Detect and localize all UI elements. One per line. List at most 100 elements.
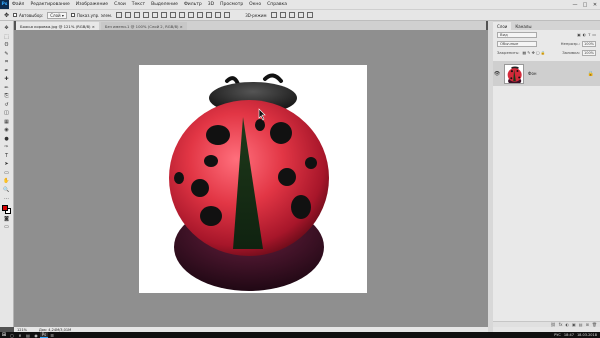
dodge-icon[interactable]: ● — [2, 135, 11, 143]
distribute-left-icon[interactable] — [197, 12, 204, 18]
brush-icon[interactable]: ✏ — [2, 84, 11, 92]
type-icon[interactable]: T — [2, 152, 11, 160]
menu-filter[interactable]: Фильтр — [184, 2, 202, 7]
app-taskbar-icon[interactable]: ☰ — [48, 332, 56, 338]
menu-view[interactable]: Просмотр — [220, 2, 243, 7]
move-tool-icon[interactable]: ✥ — [4, 12, 9, 19]
menu-window[interactable]: Окно — [249, 2, 261, 7]
healing-icon[interactable]: ✚ — [2, 75, 11, 83]
menu-layers[interactable]: Слои — [114, 2, 126, 7]
filter-shape-icon[interactable]: ▭ — [592, 32, 596, 37]
menu-select[interactable]: Выделение — [151, 2, 178, 7]
minimize-button[interactable]: — — [570, 0, 580, 9]
clock-date[interactable]: 18.03.2018 — [577, 333, 597, 337]
move-icon[interactable]: ✥ — [2, 24, 11, 32]
3d-drag-icon[interactable] — [288, 12, 295, 18]
tab-channels[interactable]: Каналы — [511, 22, 535, 30]
distribute-bottom-icon[interactable] — [188, 12, 195, 18]
3d-rotate-icon[interactable] — [270, 12, 277, 18]
autoselect-checkbox[interactable] — [13, 13, 18, 17]
align-middle-icon[interactable] — [125, 12, 132, 18]
close-button[interactable]: ✕ — [590, 0, 600, 9]
filter-type-icon[interactable]: T — [588, 32, 590, 37]
filter-pixel-icon[interactable]: ▣ — [577, 32, 581, 37]
lock-icons[interactable]: ▦ ✎ ✥ ▢ 🔒 — [522, 50, 545, 55]
shape-icon[interactable]: ▭ — [2, 169, 11, 177]
layer-lock-icon: 🔒 — [587, 70, 594, 77]
document-canvas[interactable] — [139, 65, 367, 293]
eraser-icon[interactable]: ◫ — [2, 109, 11, 117]
eyedropper-icon[interactable]: ✒ — [2, 67, 11, 75]
layers-panel: Слои Каналы Вид ▣ ◐ T ▭ Обычные Непрозр.… — [493, 21, 600, 327]
align-right-icon[interactable] — [161, 12, 168, 18]
align-bottom-icon[interactable] — [134, 12, 141, 18]
menu-image[interactable]: Изображение — [76, 2, 108, 7]
blur-icon[interactable]: ◉ — [2, 126, 11, 134]
document-tab-active[interactable]: Божья коровка.jpg @ 121% (RGB/8) × — [16, 22, 99, 30]
fill-field[interactable]: 100% — [582, 49, 596, 56]
distribute-middle-icon[interactable] — [179, 12, 186, 18]
path-select-icon[interactable]: ➤ — [2, 160, 11, 168]
menu-3d[interactable]: 3D — [208, 2, 214, 7]
gradient-icon[interactable]: ▦ — [2, 118, 11, 126]
add-mask-icon[interactable]: ◐ — [566, 322, 570, 327]
zoom-level[interactable]: 121% — [17, 328, 27, 332]
hand-icon[interactable]: ✋ — [2, 177, 11, 185]
file-explorer-icon[interactable]: ▤ — [24, 332, 32, 338]
quick-select-icon[interactable]: ✎ — [2, 50, 11, 58]
layer-kind-filter[interactable]: Вид — [497, 31, 537, 38]
document-info[interactable]: Док: 4,24М/3,01М — [39, 328, 71, 332]
blend-mode-dropdown[interactable]: Обычные — [497, 40, 537, 47]
crop-icon[interactable]: ⌗ — [2, 58, 11, 66]
trash-icon[interactable]: 🗑 — [592, 322, 597, 327]
new-group-icon[interactable]: ▤ — [579, 322, 583, 327]
clock-time[interactable]: 18:47 — [564, 333, 574, 337]
language-indicator[interactable]: РУС — [554, 333, 561, 337]
screen-mode-icon[interactable]: ▭ — [2, 223, 11, 231]
menu-edit[interactable]: Редактирование — [30, 2, 69, 7]
opacity-field[interactable]: 100% — [582, 40, 596, 47]
distribute-right-icon[interactable] — [215, 12, 222, 18]
document-tab-inactive[interactable]: Без имени-1 @ 100% (Слой 2, RGB/8) × — [100, 22, 187, 30]
stamp-icon[interactable]: ⎘ — [2, 92, 11, 100]
menu-help[interactable]: Справка — [267, 2, 287, 7]
chrome-icon[interactable]: ◉ — [32, 332, 40, 338]
layer-row-background[interactable]: 👁 Фон 🔒 — [493, 61, 600, 86]
quick-mask-icon[interactable]: ◙ — [2, 215, 11, 223]
lasso-icon[interactable]: ʘ — [2, 41, 11, 49]
distribute-center-icon[interactable] — [206, 12, 213, 18]
3d-slide-icon[interactable] — [297, 12, 304, 18]
layer-name: Фон — [528, 71, 537, 76]
windows-start-icon[interactable]: ⊞ — [0, 332, 8, 338]
align-center-icon[interactable] — [152, 12, 159, 18]
marquee-icon[interactable]: ⬚ — [2, 33, 11, 41]
more-icon[interactable]: … — [2, 194, 11, 202]
zoom-icon[interactable]: 🔍 — [2, 186, 11, 194]
align-top-icon[interactable] — [116, 12, 123, 18]
menu-type[interactable]: Текст — [132, 2, 145, 7]
visibility-eye-icon[interactable]: 👁 — [493, 71, 501, 77]
maximize-button[interactable]: □ — [580, 0, 590, 9]
edge-browser-icon[interactable]: e — [16, 332, 24, 338]
adjustment-layer-icon[interactable]: ▣ — [572, 322, 576, 327]
transform-controls-checkbox[interactable] — [70, 13, 75, 17]
link-layers-icon[interactable]: ⛓ — [551, 322, 556, 327]
menu-file[interactable]: Файл — [12, 2, 24, 7]
menu-bar: Ps Файл Редактирование Изображение Слои … — [0, 0, 600, 9]
3d-roll-icon[interactable] — [279, 12, 286, 18]
tab-layers[interactable]: Слои — [493, 22, 512, 30]
history-brush-icon[interactable]: ↺ — [2, 101, 11, 109]
new-layer-icon[interactable]: ⊞ — [586, 322, 589, 327]
3d-scale-icon[interactable] — [306, 12, 313, 18]
pen-icon[interactable]: ✑ — [2, 143, 11, 151]
canvas-workspace[interactable] — [14, 30, 488, 327]
task-view-icon[interactable]: ◻ — [8, 332, 16, 338]
foreground-color-swatch[interactable] — [1, 204, 8, 211]
layer-select-dropdown[interactable]: Слой ▾ — [47, 11, 67, 19]
distribute-top-icon[interactable] — [170, 12, 177, 18]
photoshop-taskbar-icon[interactable]: Ps — [40, 332, 48, 338]
filter-adjust-icon[interactable]: ◐ — [583, 32, 586, 37]
align-left-icon[interactable] — [143, 12, 150, 18]
fx-icon[interactable]: fx — [559, 322, 563, 327]
auto-align-icon[interactable] — [224, 12, 231, 18]
